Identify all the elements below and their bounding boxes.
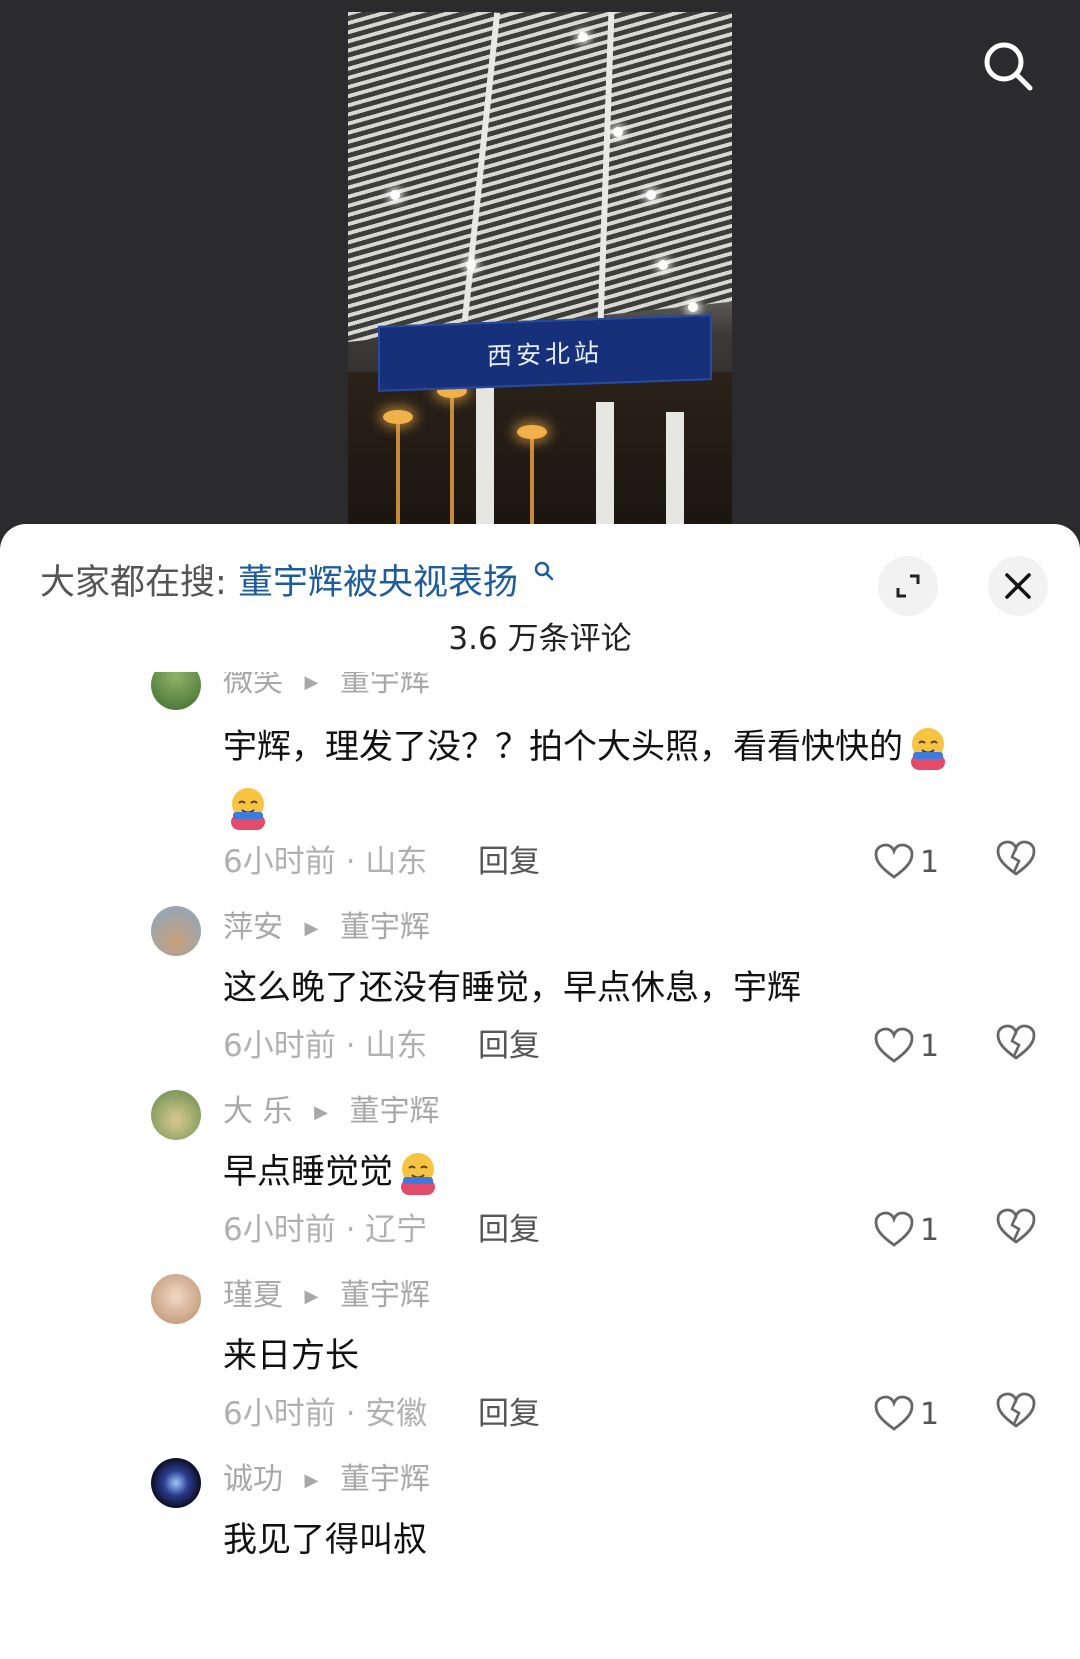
heart-icon [874,1395,914,1431]
comment-meta: 诚功 ▶ 董宇辉 [223,1460,430,1501]
search-button[interactable] [978,36,1038,96]
broken-heart-icon [996,1024,1036,1060]
street-lamp-glow [383,410,413,424]
expand-button[interactable] [878,556,938,616]
hugging-face-emoji [903,724,953,774]
reply-to-username[interactable]: 董宇辉 [349,1094,439,1129]
comment-text: 这么晚了还没有睡觉，早点休息，宇辉 [223,968,801,1008]
comment-time-location: 6小时前 · 安徽 [223,1396,428,1432]
small-search-icon [534,561,554,581]
like-button[interactable]: 1 [874,1208,944,1252]
street-lamp [396,417,400,527]
comment-footer: 6小时前 · 辽宁 回复 1 [223,1208,1043,1252]
expand-icon [896,574,920,598]
trending-search-banner[interactable]: 大家都在搜: 董宇辉被央视表扬 [40,560,555,606]
dislike-button[interactable] [996,1208,1040,1252]
ceiling-light [466,260,476,270]
station-pillar [476,382,494,532]
dislike-button[interactable] [996,840,1040,884]
username[interactable]: 萍安 [223,910,283,945]
reply-to-username[interactable]: 董宇辉 [340,910,430,945]
street-lamp-glow [517,425,547,439]
like-button[interactable]: 1 [874,1392,944,1436]
reply-arrow-icon: ▶ [304,672,319,693]
comment-footer: 6小时前 · 安徽 回复 1 [223,1392,1043,1436]
reply-to-username[interactable]: 董宇辉 [340,1462,430,1497]
reply-button[interactable]: 回复 [478,1024,540,1068]
ceiling-light [390,190,400,200]
comment-sheet: 大家都在搜: 董宇辉被央视表扬 3.6 万条评论 微笑 ▶ 董宇辉 宇辉，理发了… [0,524,1080,1659]
like-count: 1 [920,1212,940,1248]
hugging-face-emoji [223,784,273,834]
comment-footer: 6小时前 · 山东 回复 1 [223,840,1043,884]
comment-list[interactable]: 微笑 ▶ 董宇辉 宇辉，理发了没？？拍个大头照，看看快快的 6小时前 · 山东 … [0,672,1080,1659]
comment-time-location: 6小时前 · 辽宁 [223,1212,428,1248]
reply-button[interactable]: 回复 [478,1208,540,1252]
comment-text: 来日方长 [223,1336,359,1376]
broken-heart-icon [996,840,1036,876]
reply-arrow-icon: ▶ [304,1469,319,1491]
hugging-face-emoji [393,1149,443,1199]
ceiling-light [688,302,698,312]
ceiling-light [646,190,656,200]
station-ceiling [348,12,732,342]
heart-icon [874,1211,914,1247]
user-avatar[interactable] [151,1274,201,1324]
heart-icon [874,1027,914,1063]
comment-meta: 萍安 ▶ 董宇辉 [223,908,430,949]
station-pillar [596,402,614,532]
street-lamp [530,432,534,527]
like-count: 1 [920,1396,940,1432]
comment-time-location: 6小时前 · 山东 [223,1028,428,1064]
trending-search-topic-link[interactable]: 董宇辉被央视表扬 [238,563,518,603]
username[interactable]: 诚功 [223,1462,283,1497]
comment-meta: 大 乐 ▶ 董宇辉 [223,1092,439,1133]
ceiling-light [658,260,668,270]
reply-to-username[interactable]: 董宇辉 [340,1278,430,1313]
comment-text: 宇辉，理发了没？？拍个大头照，看看快快的 [223,717,1033,837]
reply-arrow-icon: ▶ [304,917,319,939]
comment-text-content: 宇辉，理发了没？？拍个大头照，看看快快的 [223,727,903,767]
broken-heart-icon [996,1392,1036,1428]
search-icon [984,42,1033,91]
user-avatar[interactable] [151,906,201,956]
close-button[interactable] [988,556,1048,616]
like-button[interactable]: 1 [874,1024,944,1068]
reply-arrow-icon: ▶ [304,1285,319,1307]
reply-button[interactable]: 回复 [478,1392,540,1436]
video-frame[interactable]: 西安北站 [348,12,732,532]
username[interactable]: 微笑 [223,672,283,699]
reply-arrow-icon: ▶ [314,1101,328,1123]
comment-meta: 瑾夏 ▶ 董宇辉 [223,1276,430,1317]
trending-search-label: 大家都在搜: [40,563,227,603]
username[interactable]: 瑾夏 [223,1278,283,1313]
user-avatar[interactable] [151,672,201,710]
dislike-button[interactable] [996,1392,1040,1436]
username[interactable]: 大 乐 [223,1094,293,1129]
street-lamp [450,392,454,527]
comment-text-content: 早点睡觉觉 [223,1152,393,1192]
reply-to-username[interactable]: 董宇辉 [340,672,430,699]
like-count: 1 [920,1028,940,1064]
comment-meta: 微笑 ▶ 董宇辉 [223,672,430,703]
close-icon [1005,573,1031,599]
ceiling-light [578,32,588,42]
comment-count: 3.6 万条评论 [448,621,632,657]
ceiling-light [613,127,623,137]
broken-heart-icon [996,1208,1036,1244]
user-avatar[interactable] [151,1090,201,1140]
user-avatar[interactable] [151,1458,201,1508]
station-pillar [666,412,684,532]
dislike-button[interactable] [996,1024,1040,1068]
comment-footer: 6小时前 · 山东 回复 1 [223,1024,1043,1068]
like-button[interactable]: 1 [874,840,944,884]
comment-time-location: 6小时前 · 山东 [223,844,428,880]
comment-text: 早点睡觉觉 [223,1142,1033,1202]
comment-text: 我见了得叫叔 [223,1520,427,1560]
heart-icon [874,843,914,879]
video-player[interactable]: 西安北站 [0,0,1080,540]
like-count: 1 [920,844,940,880]
station-sign: 西安北站 [378,314,712,392]
reply-button[interactable]: 回复 [478,840,540,884]
